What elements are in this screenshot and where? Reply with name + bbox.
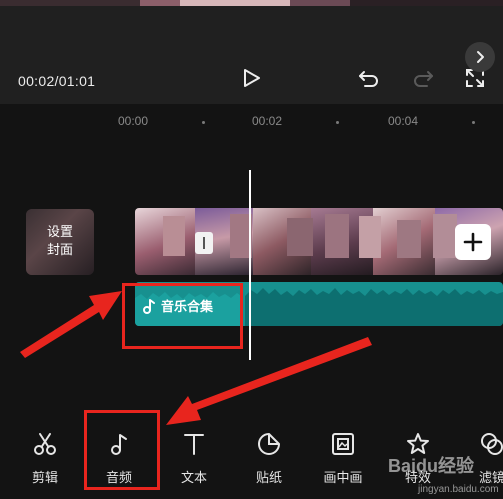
ruler-tick-label: 00:02 — [252, 114, 283, 128]
watermark-logo: Baidu经验 — [388, 456, 475, 476]
undo-icon — [359, 71, 378, 87]
set-cover-button[interactable]: 设置 封面 — [26, 209, 94, 275]
tool-label: 贴纸 — [255, 471, 282, 486]
play-button[interactable] — [236, 63, 266, 93]
tool-label: 文本 — [180, 471, 207, 486]
time-readout: 00:02/01:01 — [18, 73, 96, 89]
plus-icon — [463, 232, 483, 252]
time-ruler[interactable]: 00:00 00:02 00:04 — [0, 104, 503, 134]
tool-label: 画中画 — [323, 471, 363, 486]
playback-controls-panel: 00:02/01:01 — [0, 6, 503, 104]
chevron-right-icon — [477, 51, 484, 63]
ruler-dot — [472, 121, 475, 124]
tool-label: 剪辑 — [31, 471, 58, 486]
clip-trim-handle[interactable] — [195, 232, 213, 254]
tool-audio[interactable]: 音频 — [91, 418, 147, 499]
sticker-icon — [255, 430, 283, 458]
tool-sticker[interactable]: 贴纸 — [241, 418, 297, 499]
annotation-arrow-to-audio-tool — [166, 337, 372, 425]
ruler-dot — [336, 121, 339, 124]
tool-text[interactable]: 文本 — [166, 418, 222, 499]
scissors-icon — [31, 430, 59, 458]
video-clip-track[interactable] — [135, 208, 503, 275]
playhead[interactable] — [249, 170, 251, 360]
annotation-highlight-audio-track — [122, 283, 243, 349]
ruler-dot — [202, 121, 205, 124]
tool-edit[interactable]: 剪辑 — [17, 418, 73, 499]
play-icon — [244, 69, 260, 87]
text-icon — [180, 430, 208, 458]
undo-button[interactable] — [354, 63, 384, 93]
music-note-icon — [105, 430, 133, 458]
tool-picture-in-picture[interactable]: 画中画 — [315, 418, 371, 499]
add-clip-button[interactable] — [455, 224, 491, 260]
redo-icon — [414, 71, 433, 87]
watermark-url: jingyan.baidu.com — [418, 484, 499, 495]
tool-label: 音频 — [105, 471, 132, 486]
collapse-panel-button[interactable] — [465, 42, 495, 72]
picture-in-picture-icon — [329, 430, 357, 458]
cover-label-line2: 封面 — [46, 243, 73, 258]
annotation-arrow-to-audio-track — [20, 291, 122, 358]
ruler-tick-label: 00:04 — [388, 114, 419, 128]
filter-icon — [478, 430, 503, 458]
ruler-tick-label: 00:00 — [118, 114, 149, 128]
redo-button[interactable] — [408, 63, 438, 93]
cover-label-line1: 设置 — [46, 225, 73, 240]
